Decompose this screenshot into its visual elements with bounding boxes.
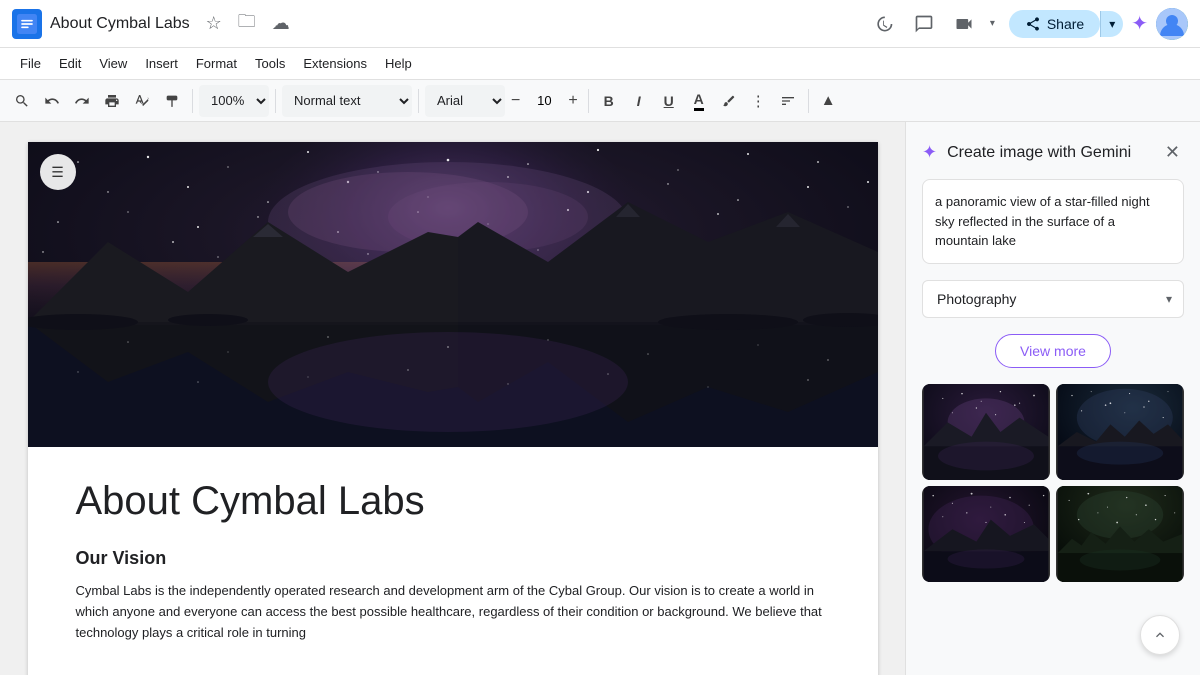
document-heading: About Cymbal Labs	[76, 479, 830, 524]
scroll-to-top-button[interactable]	[1140, 615, 1180, 655]
font-size-control: − 10 +	[507, 89, 582, 112]
share-button[interactable]: Share	[1009, 10, 1100, 38]
style-dropdown-container: Photography Digital Art Watercolor Oil P…	[922, 280, 1184, 318]
gemini-close-button[interactable]: ✕	[1161, 138, 1184, 167]
view-more-button[interactable]: View more	[995, 334, 1111, 368]
generated-image-4[interactable]	[1056, 486, 1184, 582]
spell-check-button[interactable]	[128, 85, 156, 117]
share-dropdown-button[interactable]: ▾	[1100, 11, 1123, 37]
more-options-button[interactable]: ⋮	[745, 85, 772, 117]
generated-images-grid	[906, 384, 1200, 582]
highlight-button[interactable]	[715, 85, 743, 117]
top-bar: About Cymbal Labs ☆ 🗀 ☁ ▾ Share ▾ ✦	[0, 0, 1200, 48]
app-icon	[12, 9, 42, 39]
italic-button[interactable]: I	[625, 85, 653, 117]
font-size-increase[interactable]: +	[564, 90, 581, 112]
undo-button[interactable]	[38, 85, 66, 117]
gemini-panel: ✦ Create image with Gemini ✕ a panoramic…	[905, 122, 1200, 675]
divider-4	[588, 89, 589, 113]
toolbar: 100% Normal text Arial − 10 + B I U A ⋮ …	[0, 80, 1200, 122]
document-content: About Cymbal Labs Our Vision Cymbal Labs…	[28, 447, 878, 675]
share-label: Share	[1047, 16, 1084, 32]
menu-edit[interactable]: Edit	[51, 52, 89, 75]
gemini-panel-header: ✦ Create image with Gemini ✕	[906, 122, 1200, 179]
history-button[interactable]	[868, 8, 900, 40]
divider-3	[418, 89, 419, 113]
menu-format[interactable]: Format	[188, 52, 245, 75]
divider-1	[192, 89, 193, 113]
generated-image-1[interactable]	[922, 384, 1050, 480]
document-page: ☰	[28, 142, 878, 675]
document-hero-image: ☰	[28, 142, 878, 447]
search-button[interactable]	[8, 85, 36, 117]
main-area: ☰	[0, 122, 1200, 675]
document-body: Cymbal Labs is the independently operate…	[76, 581, 830, 643]
font-family-select[interactable]: Arial	[425, 85, 505, 117]
text-color-button[interactable]: A	[685, 85, 713, 117]
font-size-decrease[interactable]: −	[507, 90, 524, 112]
gemini-header-icon: ✦	[922, 142, 937, 163]
generated-image-3[interactable]	[922, 486, 1050, 582]
folder-icon[interactable]: 🗀	[234, 7, 260, 41]
bold-button[interactable]: B	[595, 85, 623, 117]
menu-help[interactable]: Help	[377, 52, 420, 75]
paint-format-button[interactable]	[158, 85, 186, 117]
menu-tools[interactable]: Tools	[247, 52, 293, 75]
style-dropdown[interactable]: Photography Digital Art Watercolor Oil P…	[922, 280, 1184, 318]
document-subheading: Our Vision	[76, 548, 830, 569]
gemini-icon[interactable]: ✦	[1131, 11, 1148, 36]
camera-button[interactable]	[948, 8, 980, 40]
expand-button[interactable]: ▲	[815, 85, 842, 117]
zoom-select[interactable]: 100%	[199, 85, 269, 117]
font-size-value: 10	[526, 89, 562, 112]
menu-bar: File Edit View Insert Format Tools Exten…	[0, 48, 1200, 80]
hamburger-menu-button[interactable]: ☰	[40, 154, 76, 190]
print-button[interactable]	[98, 85, 126, 117]
divider-5	[808, 89, 809, 113]
menu-view[interactable]: View	[91, 52, 135, 75]
chat-button[interactable]	[908, 8, 940, 40]
gemini-panel-title: Create image with Gemini	[947, 144, 1151, 162]
star-icon[interactable]: ☆	[202, 11, 226, 36]
format-options-button[interactable]	[774, 85, 802, 117]
divider-2	[275, 89, 276, 113]
gemini-prompt-display[interactable]: a panoramic view of a star-filled night …	[922, 179, 1184, 264]
menu-file[interactable]: File	[12, 52, 49, 75]
document-area: ☰	[0, 122, 905, 675]
user-avatar[interactable]	[1156, 8, 1188, 40]
menu-insert[interactable]: Insert	[137, 52, 186, 75]
underline-button[interactable]: U	[655, 85, 683, 117]
document-title: About Cymbal Labs	[50, 15, 190, 33]
redo-button[interactable]	[68, 85, 96, 117]
cloud-icon[interactable]: ☁	[268, 11, 294, 36]
text-style-select[interactable]: Normal text	[282, 85, 412, 117]
generated-image-2[interactable]	[1056, 384, 1184, 480]
menu-extensions[interactable]: Extensions	[295, 52, 375, 75]
